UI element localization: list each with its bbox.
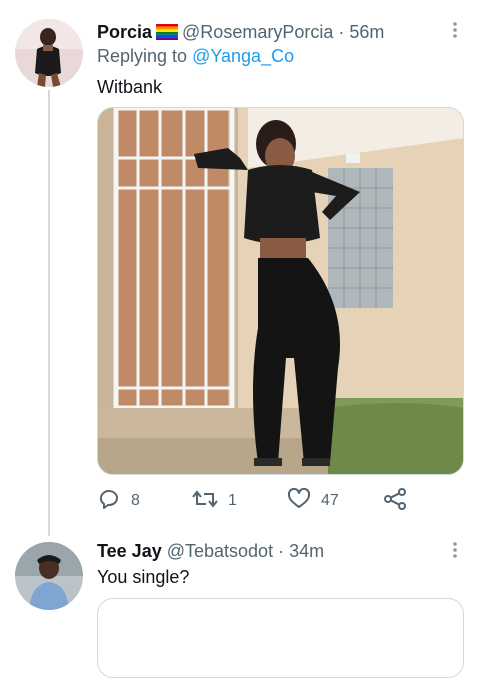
separator-dot: · (278, 541, 285, 561)
avatar[interactable] (15, 19, 83, 87)
like-button[interactable]: 47 (287, 487, 339, 516)
reply-button[interactable]: 8 (97, 488, 140, 514)
reply-count: 8 (131, 492, 140, 509)
tweet-media-card[interactable] (97, 598, 464, 678)
share-icon (383, 487, 417, 516)
retweet-count: 1 (228, 492, 237, 509)
rainbow-flag-icon (156, 23, 179, 45)
more-icon[interactable] (452, 541, 458, 559)
separator-dot: · (338, 22, 345, 42)
retweet-icon (192, 487, 228, 516)
tweet-text: You single? (97, 567, 190, 587)
user-handle[interactable]: @Tebatsodot (167, 541, 273, 561)
replying-to: Replying to @Yanga_Co (97, 46, 294, 67)
reply-icon (97, 487, 131, 516)
user-handle[interactable]: @RosemaryPorcia (182, 22, 333, 42)
timestamp[interactable]: 34m (289, 541, 324, 561)
like-icon (287, 487, 321, 516)
tweet-porcia[interactable]: Porcia @RosemaryPorcia · 56m Replying to … (0, 0, 480, 540)
tweet-text: Witbank (97, 77, 163, 97)
avatar[interactable] (15, 542, 83, 610)
timestamp[interactable]: 56m (349, 22, 384, 42)
tweet-photo[interactable] (97, 107, 464, 475)
replying-to-handle[interactable]: @Yanga_Co (192, 46, 294, 66)
tweet-header: Tee Jay @Tebatsodot · 34m (97, 540, 324, 562)
retweet-button[interactable]: 1 (192, 488, 237, 514)
tweet-actions: 8 1 47 (97, 487, 427, 516)
share-button[interactable] (383, 487, 417, 516)
more-icon[interactable] (452, 21, 458, 39)
tweet-header: Porcia @RosemaryPorcia · 56m (97, 21, 384, 45)
display-name[interactable]: Tee Jay (97, 541, 162, 561)
like-count: 47 (321, 492, 339, 509)
replying-to-label: Replying to (97, 46, 188, 66)
display-name[interactable]: Porcia (97, 22, 152, 42)
